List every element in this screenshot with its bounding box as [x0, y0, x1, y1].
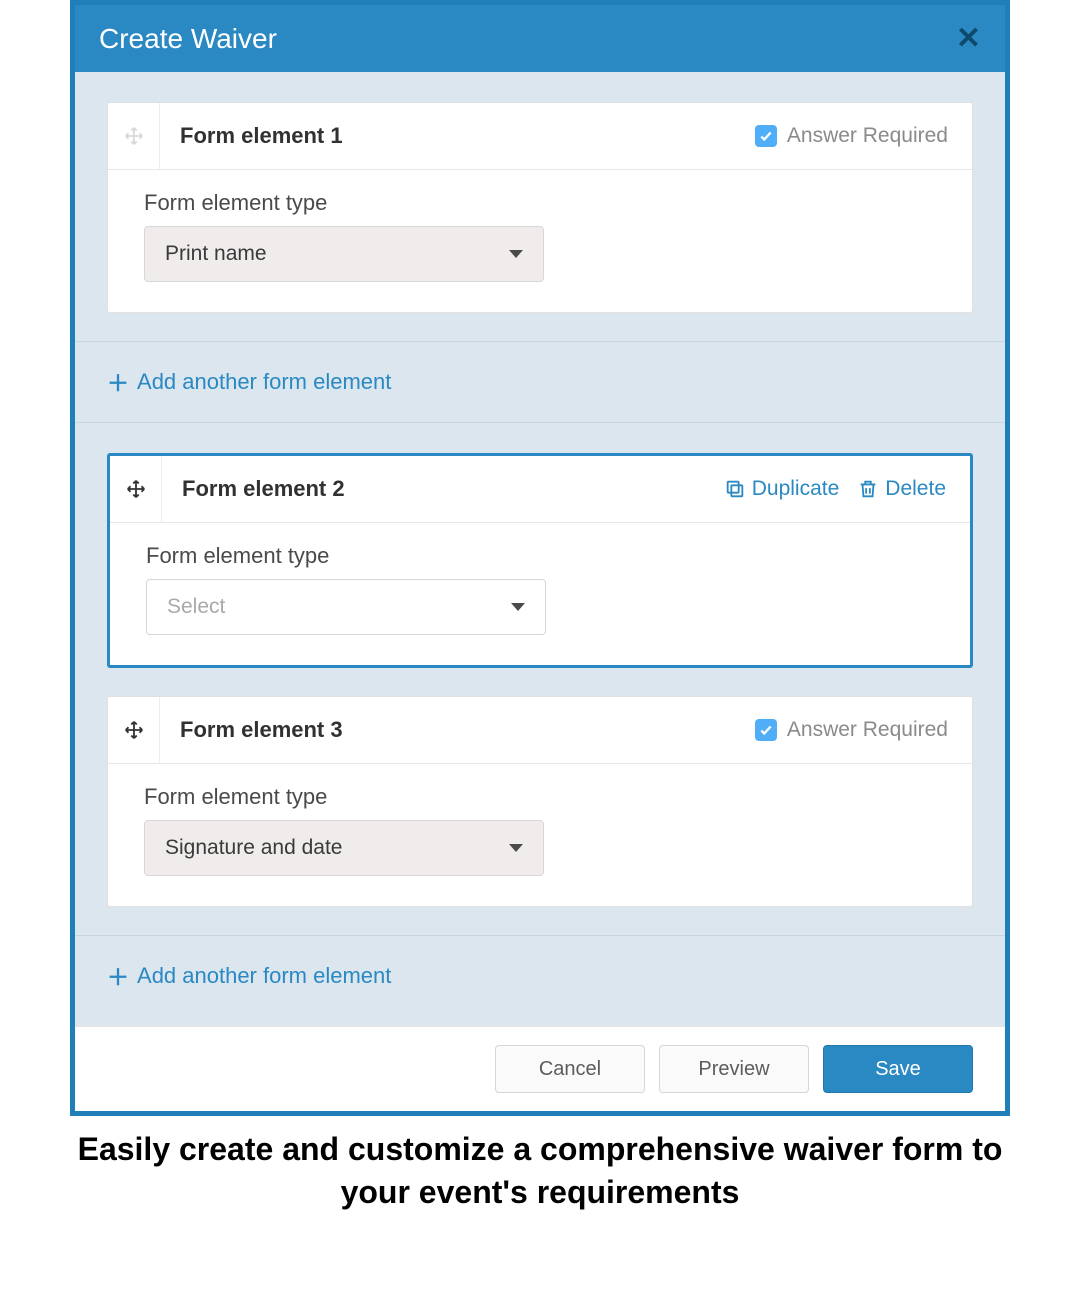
- element-type-select[interactable]: Select: [146, 579, 546, 635]
- drag-handle-icon[interactable]: [123, 719, 145, 741]
- type-field-label: Form element type: [144, 190, 936, 216]
- add-element-row: ＋ Add another form element: [75, 935, 1005, 1016]
- preview-button[interactable]: Preview: [659, 1045, 809, 1093]
- close-icon[interactable]: ✕: [956, 21, 981, 56]
- answer-required-label: Answer Required: [787, 124, 948, 148]
- add-form-element-button[interactable]: ＋ Add another form element: [107, 366, 391, 398]
- type-field-label: Form element type: [146, 543, 934, 569]
- chevron-down-icon: [509, 844, 523, 852]
- drag-handle-icon[interactable]: [123, 125, 145, 147]
- chevron-down-icon: [509, 250, 523, 258]
- form-element-card-1: Form element 1 Answer Required Form elem…: [107, 102, 973, 313]
- duplicate-label: Duplicate: [752, 477, 840, 501]
- cancel-button[interactable]: Cancel: [495, 1045, 645, 1093]
- card-header: Form element 3 Answer Required: [108, 697, 972, 764]
- save-button[interactable]: Save: [823, 1045, 973, 1093]
- card-header: Form element 2 Duplicate Delete: [110, 456, 970, 523]
- plus-icon: ＋: [107, 366, 129, 398]
- chevron-down-icon: [511, 603, 525, 611]
- add-element-row: ＋ Add another form element: [75, 341, 1005, 423]
- add-element-label: Add another form element: [137, 963, 391, 989]
- modal-header: Create Waiver ✕: [75, 5, 1005, 72]
- card-title: Form element 3: [160, 697, 755, 763]
- duplicate-icon: [724, 478, 746, 500]
- drag-handle-icon[interactable]: [125, 478, 147, 500]
- plus-icon: ＋: [107, 960, 129, 992]
- element-type-select[interactable]: Print name: [144, 226, 544, 282]
- delete-label: Delete: [885, 477, 946, 501]
- create-waiver-modal: Create Waiver ✕ Form element 1: [70, 0, 1010, 1116]
- card-title: Form element 1: [160, 103, 755, 169]
- delete-button[interactable]: Delete: [857, 477, 946, 501]
- select-placeholder: Select: [167, 595, 225, 619]
- modal-footer: Cancel Preview Save: [75, 1026, 1005, 1111]
- element-type-select[interactable]: Signature and date: [144, 820, 544, 876]
- modal-title: Create Waiver: [99, 23, 277, 55]
- duplicate-button[interactable]: Duplicate: [724, 477, 840, 501]
- answer-required-toggle[interactable]: Answer Required: [755, 718, 948, 742]
- trash-icon: [857, 478, 879, 500]
- form-element-card-3: Form element 3 Answer Required Form elem…: [107, 696, 973, 907]
- checkbox-checked-icon: [755, 719, 777, 741]
- answer-required-toggle[interactable]: Answer Required: [755, 124, 948, 148]
- add-form-element-button[interactable]: ＋ Add another form element: [107, 960, 391, 992]
- answer-required-label: Answer Required: [787, 718, 948, 742]
- caption-text: Easily create and customize a comprehens…: [70, 1128, 1010, 1214]
- form-element-card-2: Form element 2 Duplicate Delete Form ele: [107, 453, 973, 668]
- checkbox-checked-icon: [755, 125, 777, 147]
- card-header: Form element 1 Answer Required: [108, 103, 972, 170]
- select-value: Print name: [165, 242, 267, 266]
- modal-body: Form element 1 Answer Required Form elem…: [75, 72, 1005, 1111]
- type-field-label: Form element type: [144, 784, 936, 810]
- add-element-label: Add another form element: [137, 369, 391, 395]
- card-title: Form element 2: [162, 456, 724, 522]
- select-value: Signature and date: [165, 836, 342, 860]
